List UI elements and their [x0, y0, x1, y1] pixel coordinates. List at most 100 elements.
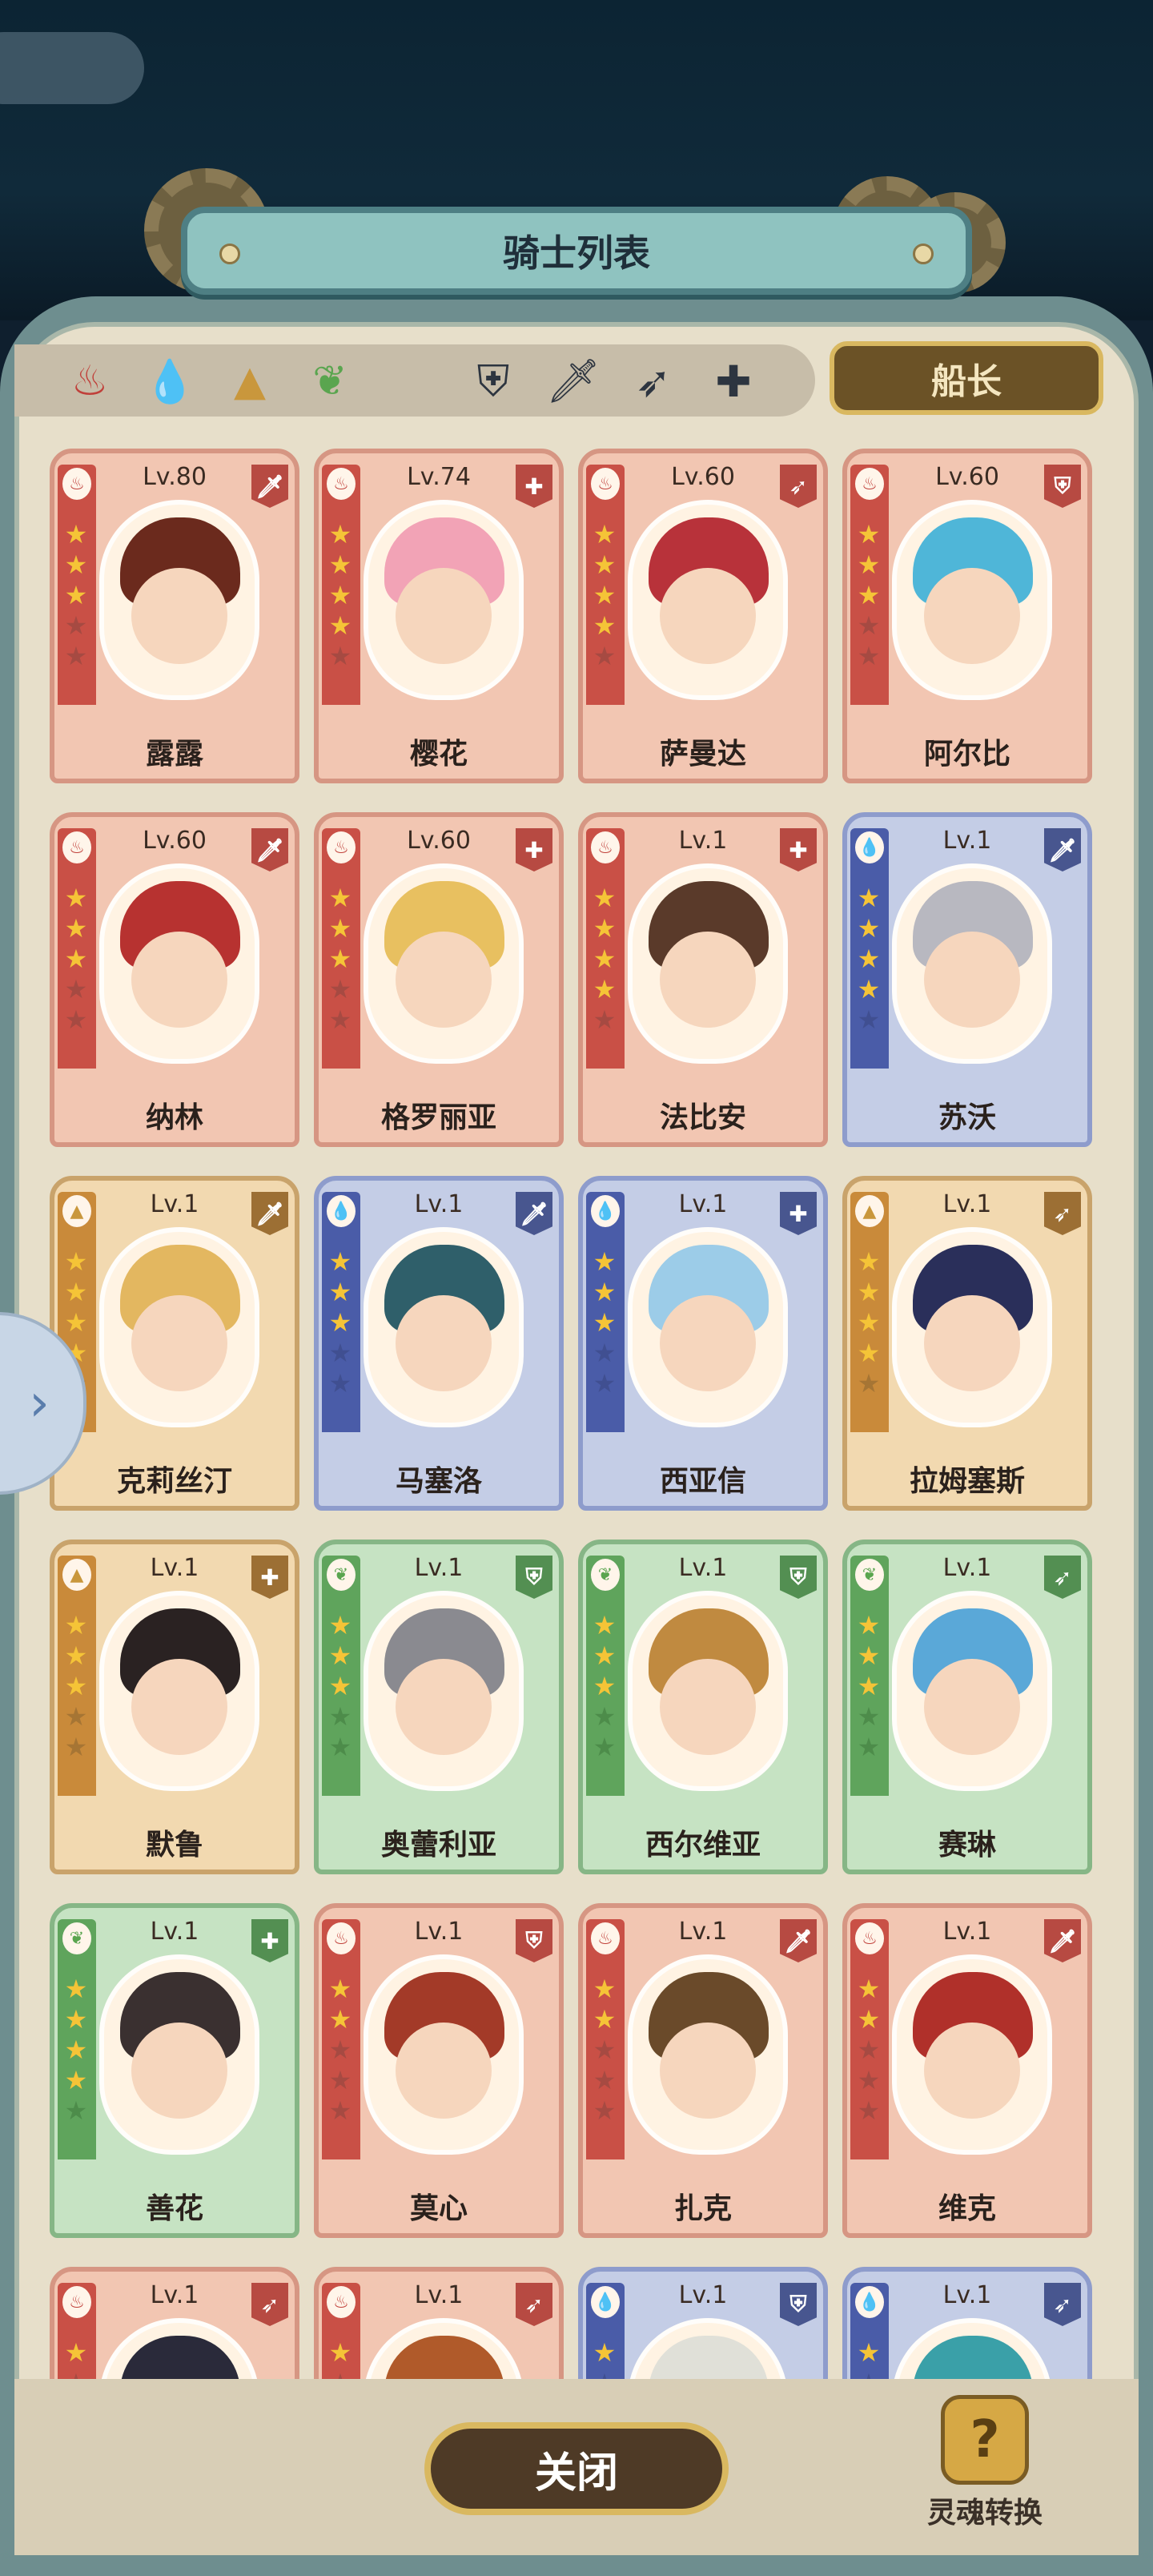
portrait-face [131, 1295, 227, 1391]
star-filled-icon: ★ [64, 1640, 88, 1671]
knight-card[interactable]: ♨ ★ ★ ★ ★ ★ 🗡 Lv.80 露露 [50, 449, 299, 783]
knight-card[interactable]: ♨ ★ ★ ★ ★ ★ ⛨ Lv.1 莫心 [314, 1903, 564, 2238]
star-filled-icon: ★ [64, 944, 88, 974]
portrait-face [396, 568, 492, 664]
star-filled-icon: ★ [328, 913, 352, 944]
knight-card[interactable]: 💧★★★★★➶Lv.1 [842, 2267, 1092, 2379]
knight-card[interactable]: ▲ ★ ★ ★ ★ ★ ✚ Lv.1 默鲁 [50, 1540, 299, 1874]
star-filled-icon: ★ [64, 1671, 88, 1701]
star-empty-icon: ★ [593, 2065, 617, 2095]
star-rating: ★★★★★ [855, 884, 884, 1036]
star-rating: ★★★★★ [62, 1975, 91, 2127]
star-rating: ★★★★★ [62, 2339, 91, 2379]
knight-card[interactable]: ❦ ★ ★ ★ ★ ★ ⛨ Lv.1 西尔维亚 [578, 1540, 828, 1874]
close-button[interactable]: 关闭 [424, 2422, 729, 2515]
knight-portrait [628, 1954, 788, 2155]
star-rating: ★★★★★ [62, 521, 91, 673]
healer-class-icon[interactable]: ✚ [705, 352, 762, 410]
earth-element-icon[interactable]: ▲ [221, 352, 279, 410]
bottom-frame-edge [0, 2555, 1153, 2576]
knight-card[interactable]: ♨ ★ ★ ★ ★ ★ ✚ Lv.1 法比安 [578, 812, 828, 1147]
bow-class-icon[interactable]: ➶ [625, 352, 682, 410]
soul-convert-button[interactable]: ? 灵魂转换 [921, 2395, 1049, 2531]
portrait-face [660, 2023, 756, 2119]
star-filled-icon: ★ [857, 1246, 881, 1277]
wind-element-icon[interactable]: ❦ [301, 352, 359, 410]
star-filled-icon: ★ [857, 913, 881, 944]
captain-button[interactable]: 船长 [830, 341, 1103, 415]
knight-name: 马塞洛 [395, 1465, 482, 1498]
knight-level: Lv.60 [671, 463, 735, 491]
star-filled-icon: ★ [593, 610, 617, 641]
star-filled-icon: ★ [328, 610, 352, 641]
portrait-face [660, 1295, 756, 1391]
knight-card[interactable]: ♨ ★ ★ ★ ★ ★ 🗡 Lv.1 扎克 [578, 1903, 828, 2238]
star-filled-icon: ★ [328, 1671, 352, 1701]
star-empty-icon: ★ [328, 2095, 352, 2126]
knight-name: 苏沃 [938, 1101, 996, 1134]
knight-portrait [628, 2318, 788, 2379]
star-filled-icon: ★ [64, 913, 88, 944]
knight-card[interactable]: ♨★★★★★➶Lv.1 [50, 2267, 299, 2379]
fire-element-icon[interactable]: ♨ [61, 352, 119, 410]
star-empty-icon: ★ [328, 974, 352, 1004]
knight-name: 纳林 [145, 1101, 203, 1134]
star-filled-icon: ★ [64, 549, 88, 580]
knight-card[interactable]: ♨ ★ ★ ★ ★ ★ ➶ Lv.60 萨曼达 [578, 449, 828, 783]
knight-level: Lv.1 [942, 1554, 992, 1582]
star-filled-icon: ★ [593, 1610, 617, 1640]
knight-card[interactable]: ❦ ★ ★ ★ ★ ★ ⛨ Lv.1 奥蕾利亚 [314, 1540, 564, 1874]
star-empty-icon: ★ [327, 2369, 354, 2379]
shield-class-icon[interactable]: ⛨ [464, 352, 522, 410]
star-filled-icon: ★ [593, 2337, 617, 2368]
star-rating: ★★★★★ [591, 2339, 620, 2379]
knight-portrait [99, 1954, 259, 2155]
knight-level: Lv.1 [678, 1554, 728, 1582]
knight-level: Lv.1 [942, 1918, 992, 1946]
knight-card[interactable]: ♨ ★ ★ ★ ★ ★ 🗡 Lv.1 维克 [842, 1903, 1092, 2238]
star-filled-icon: ★ [593, 944, 617, 974]
cloud-decoration [0, 32, 144, 104]
knight-name: 克莉丝汀 [116, 1465, 232, 1498]
knight-card[interactable]: ▲ ★ ★ ★ ★ ★ ➶ Lv.1 拉姆塞斯 [842, 1176, 1092, 1511]
sword-class-icon[interactable]: 🗡 [544, 352, 602, 410]
star-empty-icon: ★ [593, 1732, 617, 1762]
knight-level: Lv.60 [935, 463, 999, 491]
star-empty-icon: ★ [593, 1701, 617, 1732]
portrait-face [924, 1659, 1020, 1755]
knight-card[interactable]: ♨ ★ ★ ★ ★ ★ ✚ Lv.74 樱花 [314, 449, 564, 783]
star-filled-icon: ★ [328, 580, 352, 610]
star-filled-icon: ★ [64, 2337, 88, 2368]
knight-card[interactable]: 💧 ★ ★ ★ ★ ★ ✚ Lv.1 西亚信 [578, 1176, 828, 1511]
star-filled-icon: ★ [328, 883, 352, 913]
star-empty-icon: ★ [64, 2095, 88, 2126]
star-filled-icon: ★ [328, 1277, 352, 1307]
knight-card[interactable]: ♨★★★★★➶Lv.1 [314, 2267, 564, 2379]
star-filled-icon: ★ [857, 883, 881, 913]
star-filled-icon: ★ [64, 1610, 88, 1640]
star-rating: ★★★★★ [327, 1248, 356, 1400]
star-filled-icon: ★ [593, 974, 617, 1004]
star-filled-icon: ★ [593, 519, 617, 549]
star-filled-icon: ★ [593, 1246, 617, 1277]
knight-card[interactable]: ♨ ★ ★ ★ ★ ★ 🗡 Lv.60 纳林 [50, 812, 299, 1147]
knight-card[interactable]: ❦ ★ ★ ★ ★ ★ ✚ Lv.1 善花 [50, 1903, 299, 2238]
star-rating: ★★★★★ [591, 1248, 620, 1400]
star-filled-icon: ★ [857, 549, 881, 580]
knight-card[interactable]: 💧 ★ ★ ★ ★ ★ 🗡 Lv.1 苏沃 [842, 812, 1092, 1147]
knight-card[interactable]: 💧★★★★★⛨Lv.1 [578, 2267, 828, 2379]
knight-card[interactable]: ♨ ★ ★ ★ ★ ★ ✚ Lv.60 格罗丽亚 [314, 812, 564, 1147]
knight-card[interactable]: ♨ ★ ★ ★ ★ ★ ⛨ Lv.60 阿尔比 [842, 449, 1092, 783]
star-filled-icon: ★ [593, 549, 617, 580]
knight-card[interactable]: ▲★★★★★🗡Lv.1克莉丝汀 [50, 1176, 299, 1511]
knight-card[interactable]: 💧 ★ ★ ★ ★ ★ 🗡 Lv.1 马塞洛 [314, 1176, 564, 1511]
star-filled-icon: ★ [857, 2004, 881, 2035]
star-rating: ★★★★★ [62, 1612, 91, 1764]
knight-level: Lv.1 [678, 827, 728, 855]
star-filled-icon: ★ [857, 1640, 881, 1671]
star-filled-icon: ★ [857, 974, 881, 1004]
filter-bar [14, 344, 815, 417]
water-element-icon[interactable]: 💧 [141, 352, 199, 410]
star-empty-icon: ★ [593, 1004, 617, 1035]
knight-card[interactable]: ❦ ★ ★ ★ ★ ★ ➶ Lv.1 赛琳 [842, 1540, 1092, 1874]
